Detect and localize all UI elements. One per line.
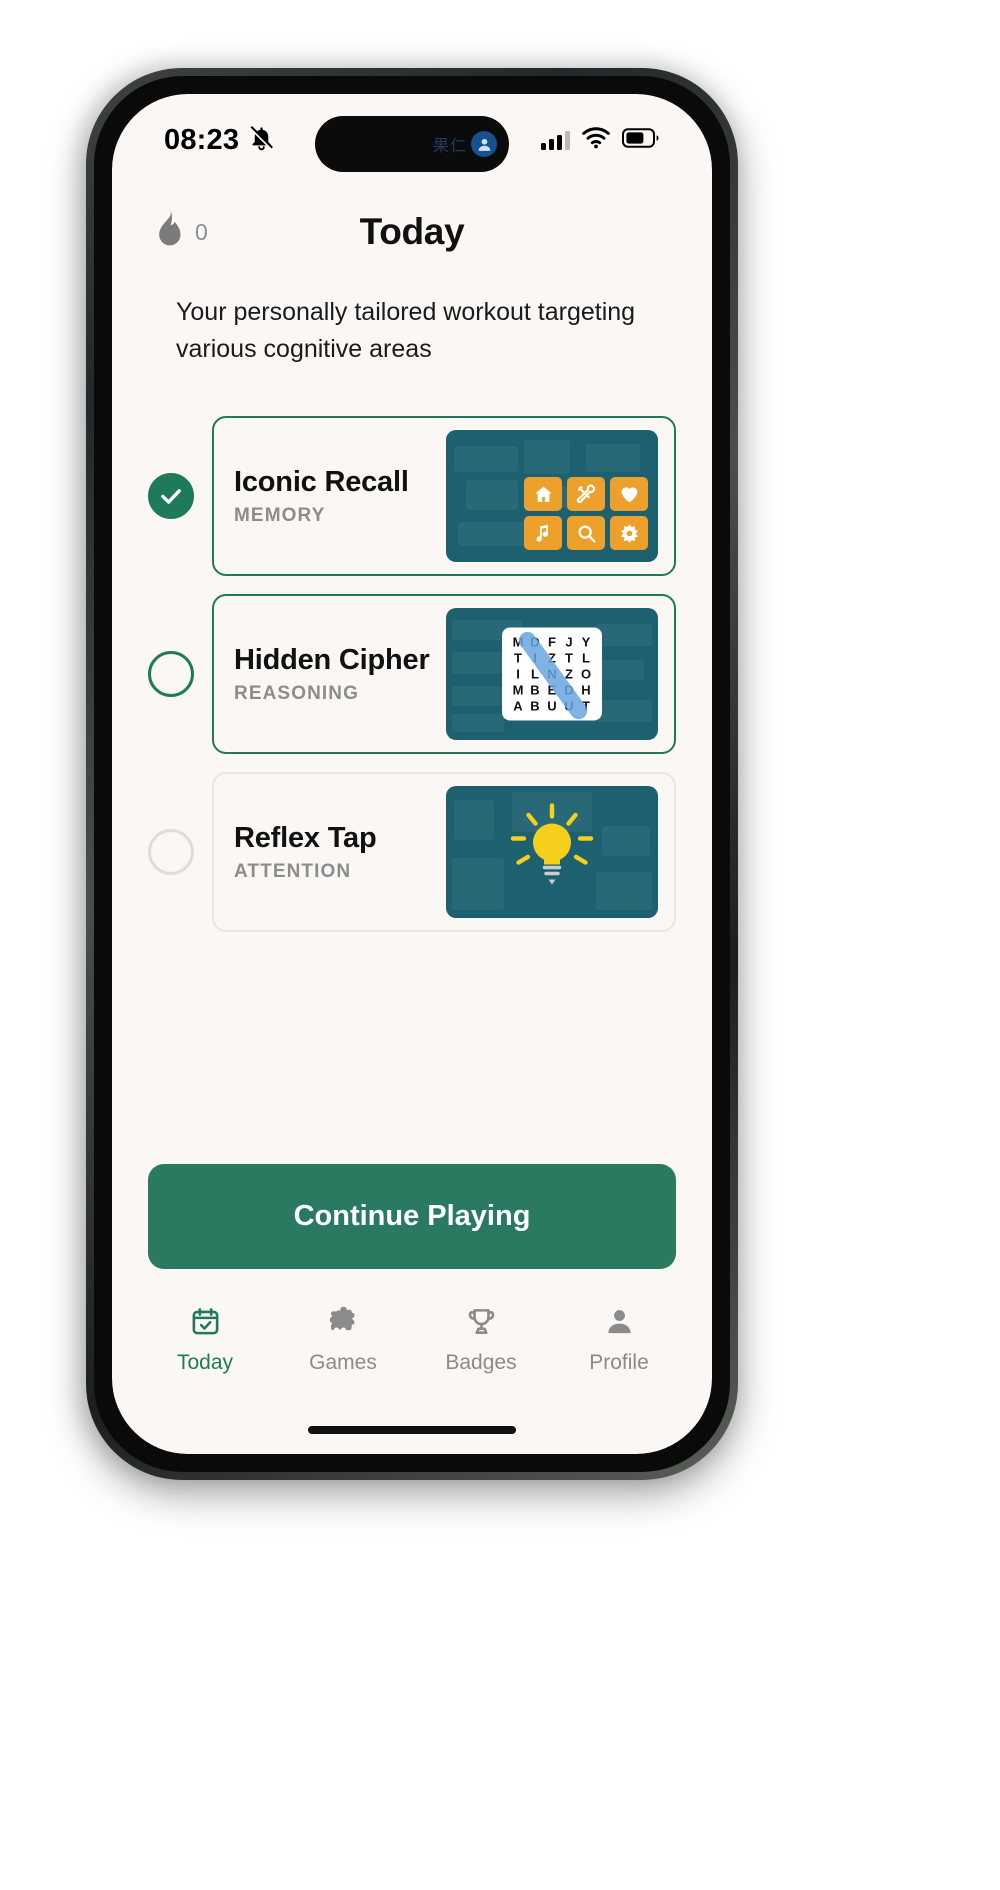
task-category: ATTENTION — [234, 860, 352, 882]
grid-letter: B — [530, 682, 540, 698]
task-card-text: Hidden Cipher REASONING — [234, 644, 430, 705]
person-badge-icon — [471, 131, 497, 157]
heart-icon — [610, 477, 648, 511]
grid-letter: Y — [581, 634, 591, 650]
task-card-iconic-recall[interactable]: Iconic Recall MEMORY — [212, 416, 676, 576]
grid-letter: L — [582, 650, 590, 666]
phone-frame: 08:23 果仁 0 Today Your personally tailore… — [86, 68, 738, 1480]
task-list: Iconic Recall MEMORY Hidden Cipher REASO… — [112, 416, 712, 950]
star-burst-icon — [610, 516, 648, 550]
grid-letter: O — [580, 666, 592, 682]
tab-badges[interactable]: Badges — [426, 1306, 536, 1375]
task-thumbnail-icon-tiles — [446, 430, 658, 562]
screenshot-root: 08:23 果仁 0 Today Your personally tailore… — [0, 0, 1000, 1890]
tab-profile[interactable]: Profile — [564, 1306, 674, 1375]
icon-tile-grid — [524, 477, 648, 550]
tab-label: Profile — [589, 1350, 649, 1374]
search-icon — [567, 516, 605, 550]
task-card-hidden-cipher[interactable]: Hidden Cipher REASONING F J Y T Z T L I … — [212, 594, 676, 754]
task-category: MEMORY — [234, 504, 326, 526]
puzzle-piece-icon — [328, 1306, 359, 1342]
page-title: Today — [359, 211, 465, 252]
tab-label: Today — [176, 1350, 234, 1374]
task-thumbnail-lightbulb — [446, 786, 658, 918]
task-title: Hidden Cipher — [234, 643, 430, 676]
status-bar-left: 08:23 — [164, 124, 275, 157]
task-thumbnail-word-search: M D F J Y T I Z T L — [446, 608, 658, 740]
circle-outline-icon[interactable] — [148, 651, 194, 697]
task-card-reflex-tap[interactable]: Reflex Tap ATTENTION — [212, 772, 676, 932]
phone-bezel: 08:23 果仁 0 Today Your personally tailore… — [94, 76, 730, 1472]
calendar-check-icon — [190, 1306, 221, 1342]
grid-letter: U — [547, 698, 557, 714]
grid-letter: I — [516, 666, 520, 682]
task-card-text: Iconic Recall MEMORY — [234, 466, 409, 527]
bell-slash-icon — [248, 124, 275, 156]
tab-bar: Today Games Badges Profile — [112, 1280, 712, 1400]
task-category: REASONING — [234, 682, 359, 704]
dynamic-island[interactable]: 果仁 — [315, 116, 509, 172]
grid-letter: M — [512, 682, 524, 698]
status-bar-right — [541, 126, 660, 154]
dynamic-island-text: 果仁 — [432, 138, 467, 155]
grid-letter: T — [514, 650, 522, 666]
check-circle-filled-icon[interactable] — [148, 473, 194, 519]
home-indicator[interactable] — [308, 1426, 516, 1434]
grid-letter: B — [530, 698, 540, 714]
word-search-grid: M D F J Y T I Z T L — [502, 627, 602, 723]
circle-outline-idle-icon[interactable] — [148, 829, 194, 875]
app-header: 0 Today — [112, 186, 712, 278]
person-icon — [604, 1306, 635, 1342]
trophy-icon — [466, 1306, 497, 1342]
cellular-bars-icon — [541, 130, 570, 150]
task-title: Iconic Recall — [234, 465, 409, 498]
grid-letter: A — [513, 698, 523, 714]
tab-games[interactable]: Games — [288, 1306, 398, 1375]
workout-subtitle: Your personally tailored workout targeti… — [176, 298, 636, 363]
task-card-text: Reflex Tap ATTENTION — [234, 822, 377, 883]
grid-letter: H — [581, 682, 591, 698]
wifi-icon — [582, 126, 610, 154]
grid-letter: J — [565, 634, 573, 650]
status-time: 08:23 — [164, 123, 240, 156]
lightbulb-icon — [506, 802, 598, 903]
task-row[interactable]: Hidden Cipher REASONING F J Y T Z T L I … — [148, 594, 676, 754]
task-title: Reflex Tap — [234, 821, 377, 854]
grid-letter: T — [565, 650, 573, 666]
task-row[interactable]: Iconic Recall MEMORY — [148, 416, 676, 576]
tools-icon — [567, 477, 605, 511]
tab-today[interactable]: Today — [150, 1306, 260, 1375]
phone-screen: 08:23 果仁 0 Today Your personally tailore… — [112, 94, 712, 1454]
tab-label: Badges — [445, 1350, 517, 1374]
home-icon — [524, 477, 562, 511]
grid-letter: F — [548, 634, 556, 650]
tab-label: Games — [309, 1350, 377, 1374]
music-note-icon — [524, 516, 562, 550]
task-row[interactable]: Reflex Tap ATTENTION — [148, 772, 676, 932]
battery-icon — [622, 127, 660, 153]
continue-playing-button[interactable]: Continue Playing — [148, 1164, 676, 1269]
